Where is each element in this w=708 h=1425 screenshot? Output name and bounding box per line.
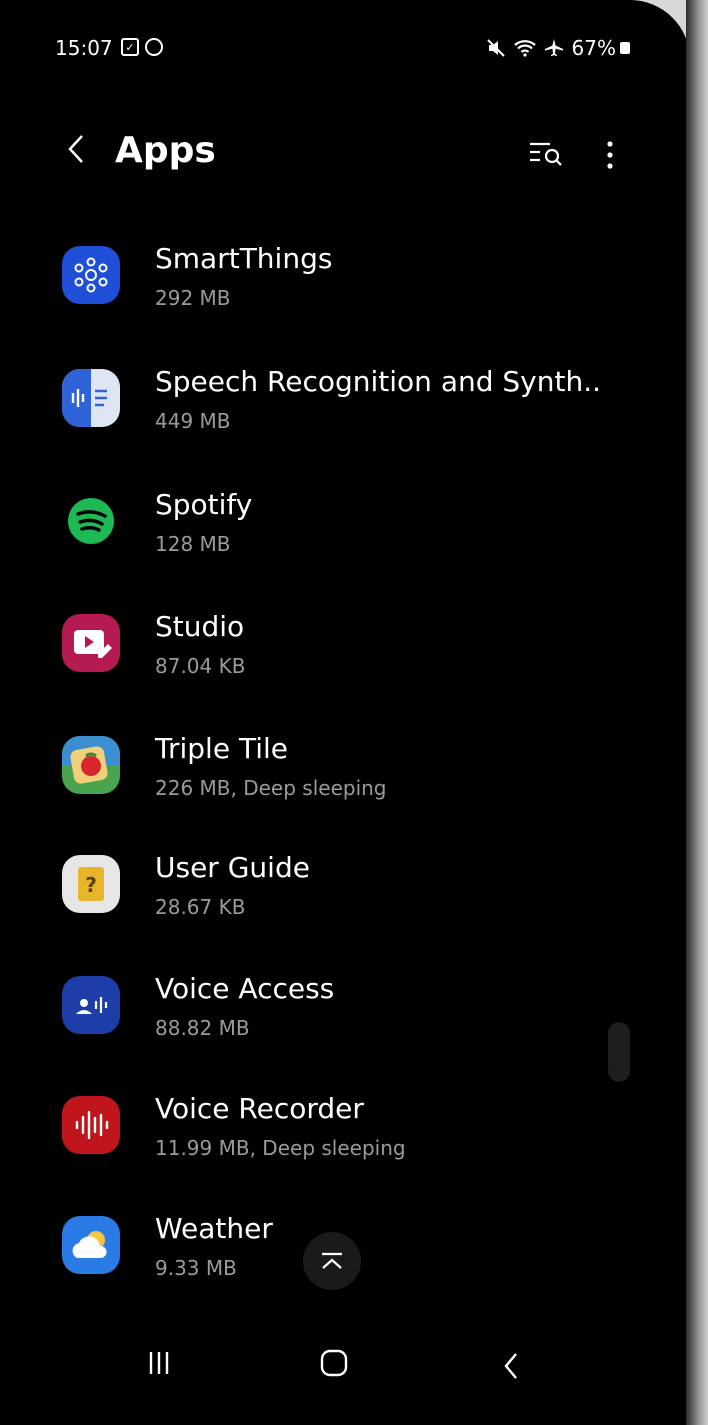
wifi-icon — [513, 40, 536, 57]
chevron-left-icon — [68, 135, 83, 163]
more-vertical-icon — [607, 141, 613, 169]
page-title: Apps — [115, 130, 216, 171]
more-options-button[interactable] — [594, 122, 626, 188]
home-button[interactable] — [312, 1334, 356, 1392]
app-size: 9.33 MB — [155, 1256, 237, 1280]
recent-apps-button[interactable] — [140, 1334, 178, 1392]
app-size: 88.82 MB — [155, 1016, 250, 1040]
voice-recorder-icon — [62, 1096, 120, 1154]
phone-screen: 15:07 ✓ 67% Apps SmartThings 292 MB Spee… — [0, 0, 690, 1425]
app-name: Voice Recorder — [155, 1092, 364, 1125]
triple-tile-icon — [62, 736, 120, 794]
list-item-smartthings[interactable]: SmartThings 292 MB — [60, 232, 620, 322]
navigation-bar — [0, 1330, 690, 1400]
scroll-to-top-button[interactable] — [303, 1232, 361, 1290]
app-bar: Apps — [0, 110, 690, 200]
back-button[interactable] — [58, 114, 94, 184]
studio-icon — [62, 614, 120, 672]
battery-icon — [620, 42, 630, 54]
app-size: 87.04 KB — [155, 654, 246, 678]
list-item-speech-recognition[interactable]: Speech Recognition and Synth.. 449 MB — [60, 355, 620, 445]
app-name: Voice Access — [155, 972, 335, 1005]
status-time: 15:07 — [55, 36, 113, 60]
list-item-voice-access[interactable]: Voice Access 88.82 MB — [60, 962, 620, 1052]
app-name: Speech Recognition and Synth.. — [155, 365, 602, 398]
list-item-voice-recorder[interactable]: Voice Recorder 11.99 MB, Deep sleeping — [60, 1082, 620, 1172]
app-name: Spotify — [155, 488, 253, 521]
back-arrow-icon — [504, 1353, 517, 1379]
user-guide-icon: ? — [62, 855, 120, 913]
list-item-spotify[interactable]: Spotify 128 MB — [60, 478, 620, 568]
search-filter-button[interactable] — [518, 118, 574, 188]
voice-access-icon — [62, 976, 120, 1034]
device-edge — [686, 0, 708, 1425]
smartthings-icon — [62, 246, 120, 304]
app-name: User Guide — [155, 851, 310, 884]
app-name: Triple Tile — [155, 732, 288, 765]
list-search-icon — [530, 142, 562, 166]
svg-text:?: ? — [85, 873, 97, 897]
app-size: 292 MB — [155, 286, 231, 310]
list-item-user-guide[interactable]: ? User Guide 28.67 KB — [60, 841, 620, 931]
scroll-top-icon — [322, 1252, 342, 1269]
notification-icon: ✓ — [121, 38, 139, 56]
scrollbar-thumb[interactable] — [608, 1022, 630, 1082]
home-icon — [320, 1349, 348, 1377]
list-item-triple-tile[interactable]: Triple Tile 226 MB, Deep sleeping — [60, 722, 620, 812]
spotify-icon — [62, 492, 120, 550]
speech-recognition-icon — [62, 369, 120, 427]
status-bar: 15:07 ✓ 67% — [55, 32, 630, 66]
app-size: 226 MB, Deep sleeping — [155, 776, 387, 800]
app-size: 28.67 KB — [155, 895, 246, 919]
weather-icon — [62, 1216, 120, 1274]
battery-percentage: 67% — [571, 36, 616, 60]
nav-back-button[interactable] — [492, 1334, 530, 1398]
app-size: 11.99 MB, Deep sleeping — [155, 1136, 406, 1160]
app-name: Studio — [155, 610, 245, 643]
app-size: 449 MB — [155, 409, 231, 433]
recents-icon — [149, 1352, 169, 1374]
mute-icon — [486, 39, 505, 57]
airplane-icon — [544, 39, 563, 56]
sync-icon — [145, 38, 163, 56]
list-item-studio[interactable]: Studio 87.04 KB — [60, 600, 620, 690]
app-name: SmartThings — [155, 242, 333, 275]
app-size: 128 MB — [155, 532, 231, 556]
app-name: Weather — [155, 1212, 273, 1245]
